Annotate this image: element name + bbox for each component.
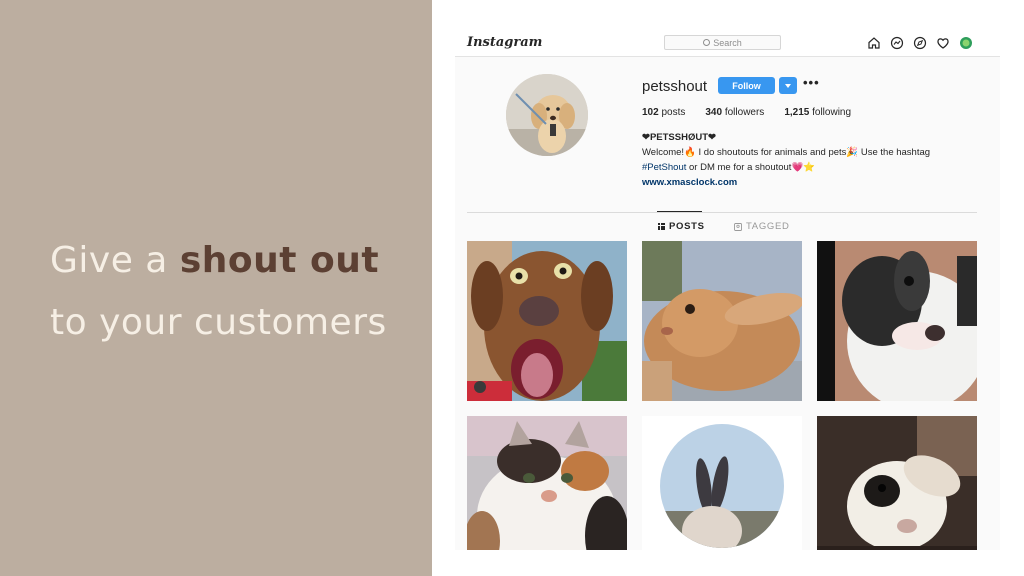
tan-rabbit-photo	[642, 241, 802, 401]
grid-icon	[658, 223, 665, 230]
following-label: following	[812, 107, 852, 118]
slide-headline: Give a shout out to your customers	[50, 230, 420, 354]
website-link[interactable]: www.xmasclock.com	[642, 175, 982, 190]
search-placeholder: Search	[713, 37, 742, 48]
nav-icons	[867, 36, 973, 50]
tabs-divider	[467, 212, 977, 213]
post-rabbit-tan[interactable]	[642, 241, 802, 401]
tab-tagged[interactable]: TAGGED	[734, 221, 790, 232]
headline-bold: shout out	[179, 240, 380, 281]
explore-icon[interactable]	[913, 36, 927, 50]
tab-posts-label: POSTS	[669, 221, 705, 232]
profile-icon[interactable]	[959, 36, 973, 50]
bio-name: ❤PETSSHØUT❤	[642, 132, 716, 143]
post-rabbit-dark[interactable]	[817, 416, 977, 550]
profile-username: petsshout	[642, 78, 708, 95]
bio-hashtag-link[interactable]: #PetShout	[642, 162, 686, 173]
bio-line-1: Welcome!🔥 I do shoutouts for animals and…	[642, 147, 931, 158]
dog-photo	[467, 241, 627, 401]
posts-count: 102	[642, 107, 659, 118]
instagram-topbar: Instagram Search	[455, 30, 1000, 57]
profile-avatar[interactable]	[506, 74, 588, 156]
home-icon[interactable]	[867, 36, 881, 50]
profile-stats: 102 posts 340 followers 1,215 following	[642, 107, 851, 118]
following-stat[interactable]: 1,215 following	[784, 107, 851, 118]
following-count: 1,215	[784, 107, 810, 118]
followers-stat[interactable]: 340 followers	[705, 107, 764, 118]
followers-count: 340	[705, 107, 723, 118]
search-input[interactable]: Search	[664, 35, 781, 50]
avatar-dog-image	[506, 74, 588, 156]
bio-line-2-text: or DM me for a shoutout💗⭐	[686, 162, 816, 173]
active-tab-indicator	[657, 211, 702, 212]
chevron-down-icon	[785, 83, 791, 88]
posts-label: posts	[661, 107, 686, 118]
tab-posts[interactable]: POSTS	[658, 221, 705, 232]
dark-rabbit-photo	[817, 416, 977, 550]
instagram-logo[interactable]: Instagram	[467, 35, 542, 50]
heart-icon[interactable]	[936, 36, 950, 50]
more-options-button[interactable]: •••	[803, 75, 820, 90]
slide-panel: Give a shout out to your customers	[0, 0, 432, 576]
cat-photo	[467, 416, 627, 550]
instagram-screenshot: Instagram Search petsshout Follow ••• 10…	[455, 30, 1000, 550]
messenger-icon[interactable]	[890, 36, 904, 50]
bunny-ears-photo	[642, 416, 802, 550]
profile-bio: ❤PETSSHØUT❤ Welcome!🔥 I do shoutouts for…	[642, 130, 982, 190]
search-icon	[703, 39, 711, 46]
post-bunny-ears[interactable]	[642, 416, 802, 550]
suggested-dropdown-button[interactable]	[779, 77, 797, 94]
tagged-icon	[734, 222, 742, 231]
bio-line-2: #PetShout or DM me for a shoutout💗⭐	[642, 160, 982, 175]
post-dog[interactable]	[467, 241, 627, 401]
post-cat[interactable]	[467, 416, 627, 550]
headline-post: to your customers	[50, 302, 387, 343]
bw-rabbit-photo	[817, 241, 977, 401]
follow-button[interactable]: Follow	[718, 77, 775, 94]
followers-label: followers	[724, 107, 765, 118]
post-rabbit-bw[interactable]	[817, 241, 977, 401]
headline-pre: Give a	[50, 240, 180, 281]
tab-tagged-label: TAGGED	[746, 221, 790, 232]
posts-stat: 102 posts	[642, 107, 685, 118]
